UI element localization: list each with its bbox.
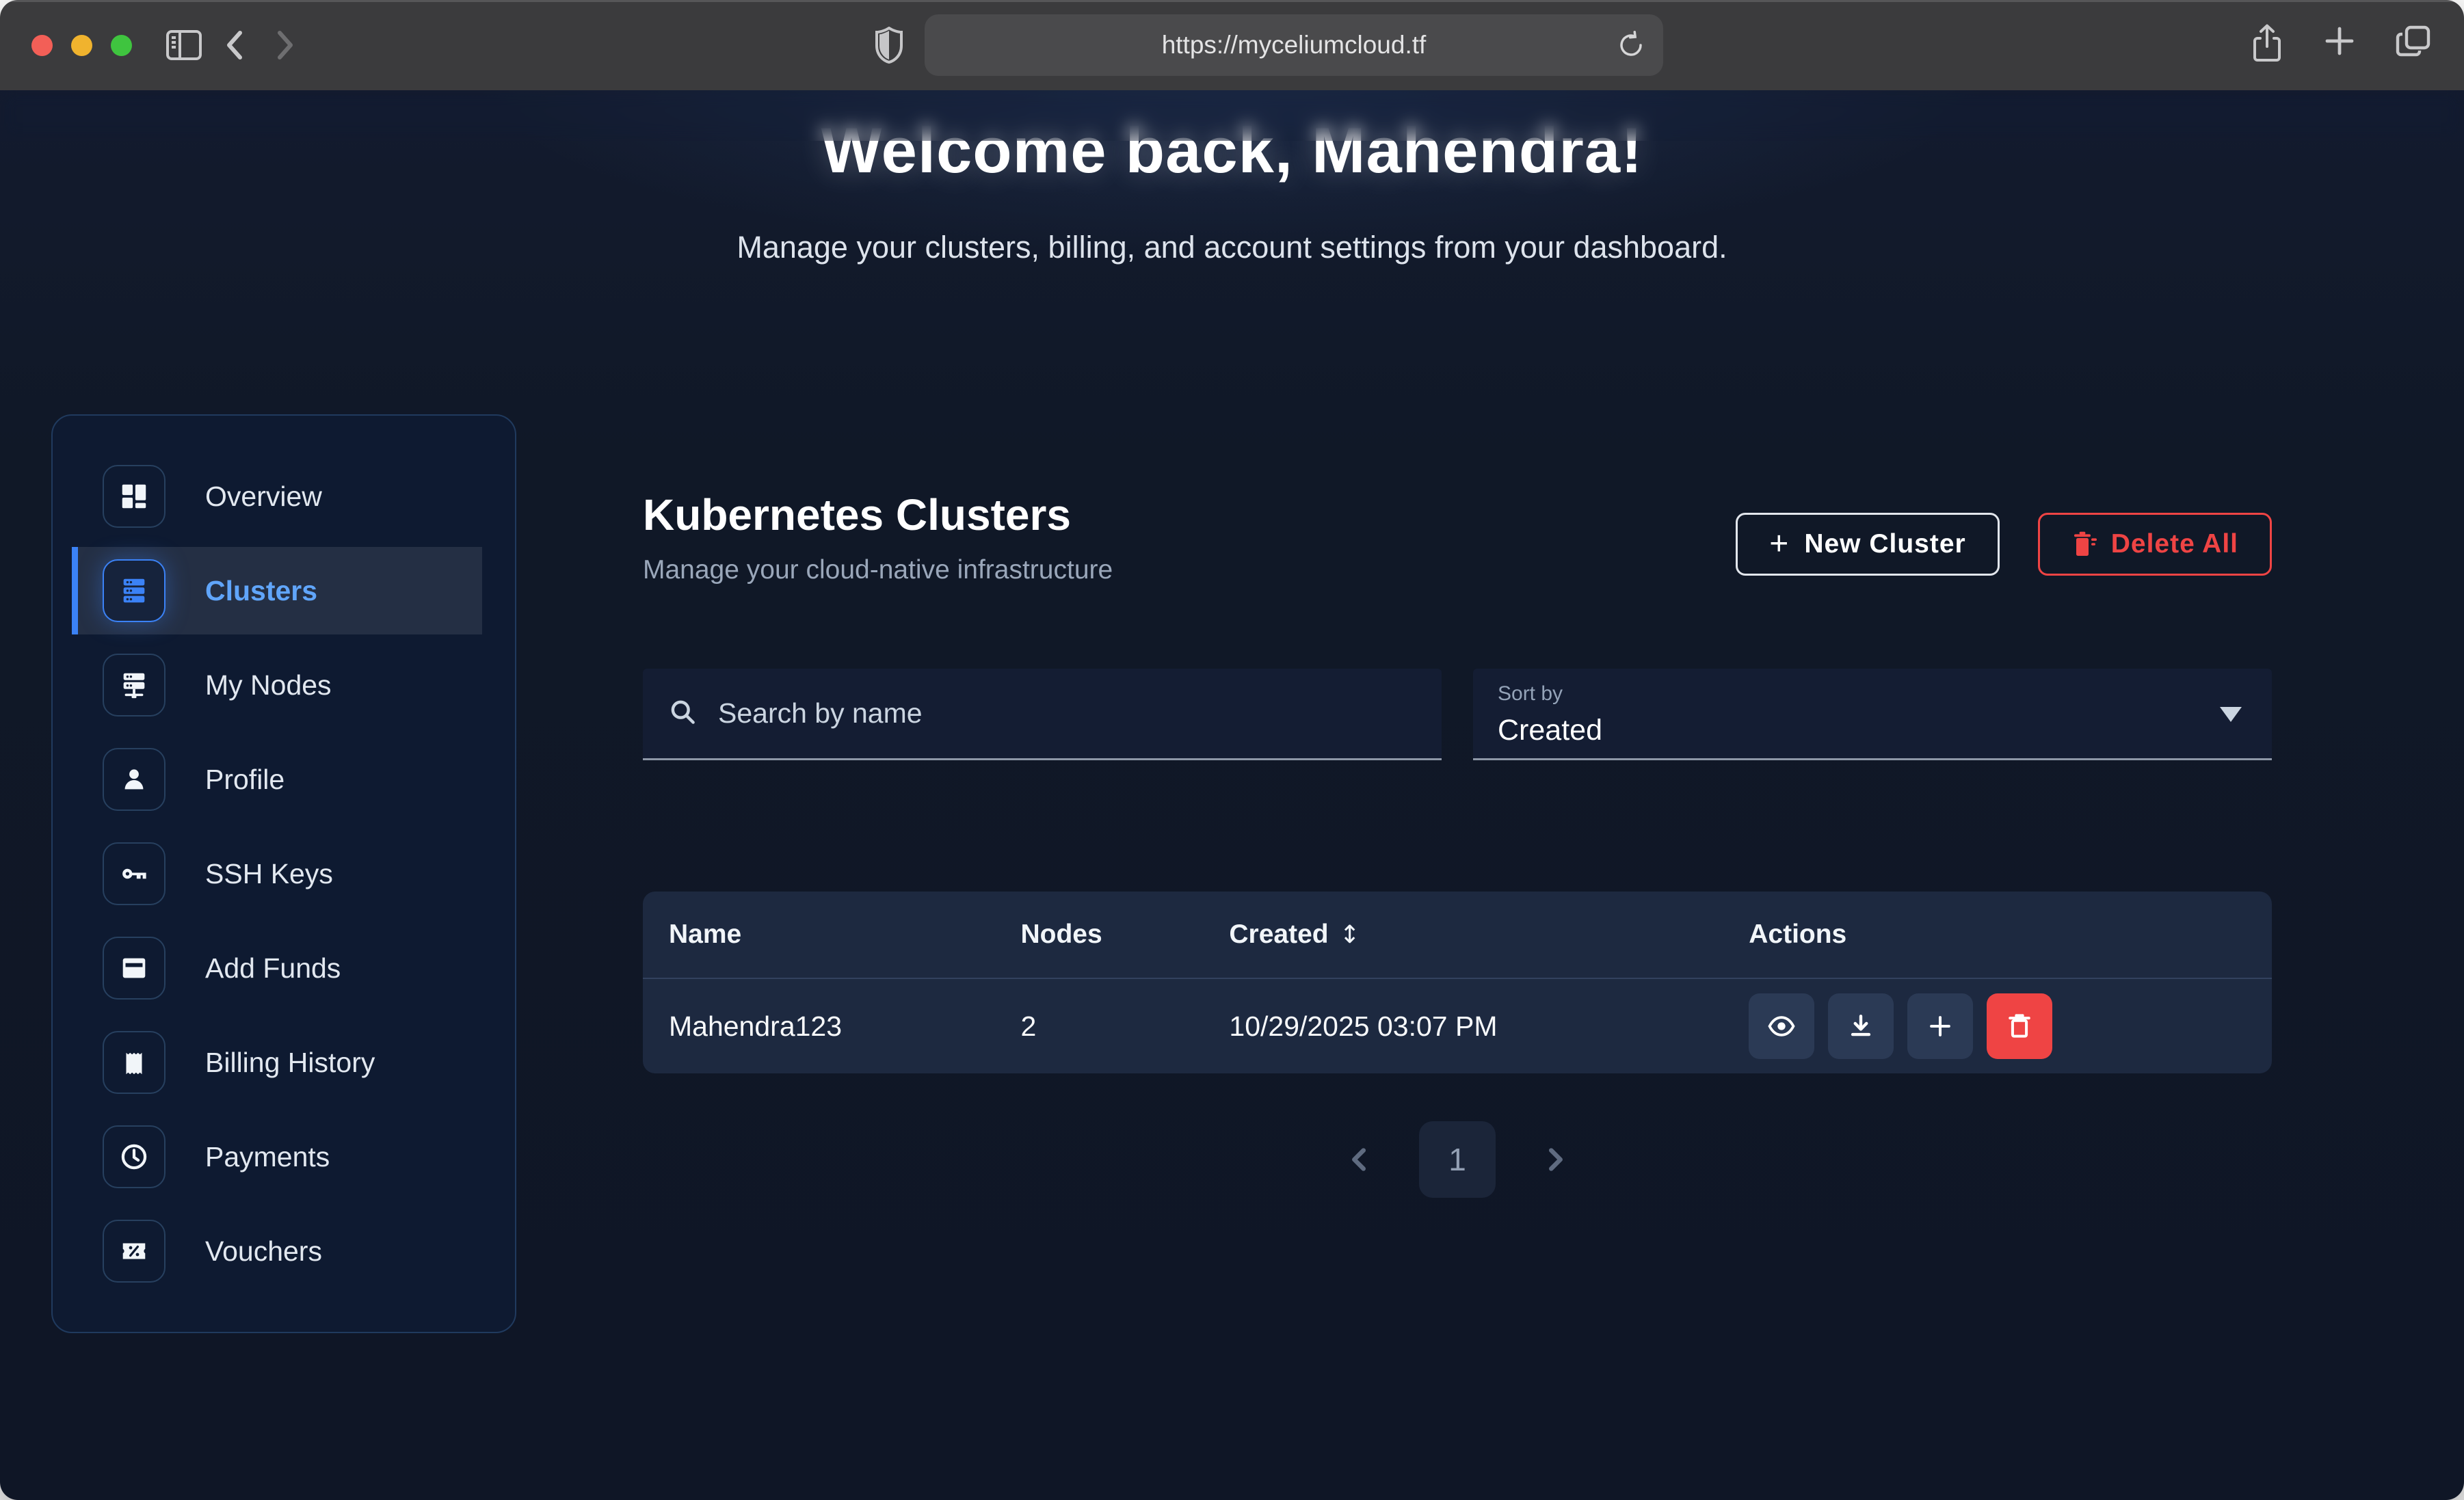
page-subtitle: Manage your cloud-native infrastructure (643, 555, 1113, 585)
main-content: Kubernetes Clusters Manage your cloud-na… (643, 414, 2272, 1198)
plus-icon (1925, 1011, 1955, 1041)
page-number-button[interactable]: 1 (1419, 1121, 1496, 1198)
sidebar-item-payments[interactable]: Payments (72, 1113, 482, 1201)
trash-icon (2004, 1011, 2035, 1041)
browser-window: https://myceliumcloud.tf (0, 0, 2464, 1500)
sidebar-item-label: Add Funds (205, 952, 341, 985)
sidebar-item-label: Billing History (205, 1047, 375, 1079)
sidebar-item-label: Overview (205, 481, 322, 513)
clusters-table: Name Nodes Created↕ Actions Mahendra123 … (643, 892, 2272, 1073)
download-icon (1846, 1011, 1876, 1041)
row-actions (1723, 993, 2272, 1059)
next-page-button[interactable] (1539, 1144, 1571, 1175)
sidebar-toggle-icon[interactable] (163, 25, 204, 66)
url-text: https://myceliumcloud.tf (1162, 31, 1427, 59)
person-icon (103, 748, 165, 811)
dashboard-icon (103, 465, 165, 528)
trash-icon (2071, 530, 2097, 559)
chrome-right-tools (2249, 23, 2433, 68)
header-actions: + New Cluster (1736, 513, 2272, 576)
page-title: Kubernetes Clusters (643, 490, 1113, 540)
sidebar-item-label: Payments (205, 1141, 330, 1173)
forward-button[interactable] (265, 25, 306, 66)
sidebar-item-overview[interactable]: Overview (72, 453, 482, 540)
dashboard-layout: Overview Clusters (0, 414, 2464, 1333)
address-bar[interactable]: https://myceliumcloud.tf (925, 14, 1663, 76)
previous-page-button[interactable] (1344, 1144, 1375, 1175)
tab-overview-icon[interactable] (2394, 23, 2433, 68)
add-node-button[interactable] (1907, 993, 1973, 1059)
cluster-name: Mahendra123 (643, 1010, 995, 1043)
server-stack-icon (103, 559, 165, 622)
table-row: Mahendra123 2 10/29/2025 03:07 PM (643, 979, 2272, 1073)
sort-label: Sort by (1498, 682, 2247, 706)
delete-all-button[interactable]: Delete All (2038, 513, 2272, 576)
top-blur-strip (0, 90, 2464, 141)
sidebar-item-vouchers[interactable]: Vouchers (72, 1207, 482, 1295)
pagination: 1 (643, 1121, 2272, 1198)
back-button[interactable] (214, 25, 255, 66)
main-header: Kubernetes Clusters Manage your cloud-na… (643, 490, 2272, 585)
traffic-lights (31, 35, 132, 56)
minimize-window-button[interactable] (71, 35, 92, 56)
cluster-nodes: 2 (995, 1010, 1204, 1043)
browser-chrome: https://myceliumcloud.tf (0, 0, 2464, 90)
url-zone: https://myceliumcloud.tf (315, 14, 2222, 76)
cluster-created: 10/29/2025 03:07 PM (1203, 1010, 1723, 1043)
search-icon (667, 697, 698, 730)
sidebar-item-label: SSH Keys (205, 858, 333, 890)
page-viewport: Welcome back, Mahendra! Manage your clus… (0, 90, 2464, 1500)
sidebar-item-add-funds[interactable]: Add Funds (72, 924, 482, 1012)
sidebar-item-billing-history[interactable]: Billing History (72, 1019, 482, 1106)
search-field[interactable] (643, 669, 1442, 760)
sidebar-item-clusters[interactable]: Clusters (72, 547, 482, 634)
wallet-icon (103, 937, 165, 1000)
sidebar-nav: Overview Clusters (51, 414, 516, 1333)
chevron-down-icon (2220, 707, 2242, 722)
sidebar-item-profile[interactable]: Profile (72, 736, 482, 823)
sidebar-item-label: Vouchers (205, 1235, 322, 1268)
filter-bar: Sort by Created (643, 669, 2272, 760)
share-icon[interactable] (2249, 23, 2285, 68)
new-cluster-button[interactable]: + New Cluster (1736, 513, 1999, 576)
eye-icon (1766, 1011, 1797, 1041)
view-cluster-button[interactable] (1749, 993, 1814, 1059)
ticket-percent-icon (103, 1220, 165, 1283)
sort-selected-value: Created (1498, 714, 2247, 747)
search-input[interactable] (718, 697, 1417, 729)
close-window-button[interactable] (31, 35, 53, 56)
table-header-row: Name Nodes Created↕ Actions (643, 892, 2272, 978)
node-server-icon (103, 654, 165, 716)
zoom-window-button[interactable] (111, 35, 132, 56)
privacy-shield-icon[interactable] (874, 27, 904, 64)
delete-cluster-button[interactable] (1987, 993, 2052, 1059)
column-header-name: Name (643, 920, 995, 950)
welcome-subtitle: Manage your clusters, billing, and accou… (0, 230, 2464, 265)
column-header-actions: Actions (1723, 920, 2272, 950)
sort-arrows-icon: ↕ (1340, 921, 1360, 949)
sidebar-item-ssh-keys[interactable]: SSH Keys (72, 830, 482, 918)
key-icon (103, 842, 165, 905)
column-header-nodes: Nodes (995, 920, 1204, 950)
sort-dropdown[interactable]: Sort by Created (1473, 669, 2272, 760)
sidebar-item-label: Clusters (205, 575, 317, 607)
sidebar-item-my-nodes[interactable]: My Nodes (72, 641, 482, 729)
sidebar-item-label: Profile (205, 764, 284, 796)
new-tab-icon[interactable] (2322, 23, 2357, 68)
download-kubeconfig-button[interactable] (1828, 993, 1894, 1059)
clock-icon (103, 1125, 165, 1188)
receipt-icon (103, 1031, 165, 1094)
plus-icon: + (1769, 528, 1789, 561)
sidebar-item-label: My Nodes (205, 669, 332, 701)
column-header-created[interactable]: Created↕ (1203, 920, 1723, 950)
refresh-icon[interactable] (1617, 29, 1645, 61)
